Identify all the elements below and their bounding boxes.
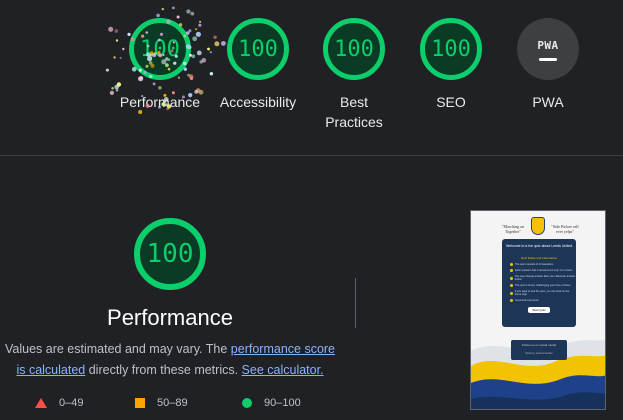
screenshot-quiz-card: Welcome to a fun quiz about Leeds United… — [502, 239, 576, 327]
gauge-performance-score: 100 — [129, 18, 191, 80]
gauge-performance[interactable]: 100 Performance — [105, 18, 215, 112]
bullet-icon — [510, 276, 513, 280]
rule-text: Good luck everyone! — [515, 299, 539, 302]
rule-text: If you want to end the quiz, you can cli… — [514, 290, 570, 296]
gauge-pwa-label: PWA — [532, 94, 564, 110]
bullet-icon — [510, 263, 513, 266]
rule-text: The quiz is timed, challenging your time… — [515, 284, 571, 287]
gauge-accessibility-score: 100 — [227, 18, 289, 80]
average-square-icon — [135, 398, 145, 408]
screenshot-wave-background — [471, 339, 605, 409]
gauge-best-practices-score: 100 — [323, 18, 385, 80]
performance-score-gauge: 100 — [134, 218, 206, 290]
screenshot-rule: The quiz consists of 10 questions — [510, 263, 576, 266]
screenshot-rule: The quiz is timed, challenging your time… — [510, 284, 576, 287]
vertical-divider — [355, 278, 356, 328]
gauge-pwa[interactable]: PWA PWA — [493, 18, 603, 112]
confetti-dot — [156, 13, 160, 18]
legend-pass: 90–100 — [242, 397, 301, 409]
bullet-icon — [510, 269, 513, 272]
pass-circle-icon — [242, 398, 252, 408]
legend-average: 50–89 — [135, 397, 188, 409]
legend-fail-range: 0–49 — [59, 397, 84, 409]
bullet-icon — [510, 284, 513, 287]
screenshot-rules-title: Quiz Rules and Information — [520, 256, 558, 260]
gauge-accessibility[interactable]: 100 Accessibility — [203, 18, 313, 112]
final-screenshot-thumbnail[interactable]: "Marching on Together" "Side Before self… — [470, 210, 606, 410]
pwa-badge-text: PWA — [537, 39, 559, 52]
rule-text: The quiz consists of 10 questions — [515, 263, 554, 266]
confetti-dot — [186, 9, 191, 14]
gauge-best-practices[interactable]: 100 Best Practices — [299, 18, 409, 132]
club-crest-icon — [531, 217, 545, 235]
confetti-dot — [172, 6, 175, 10]
performance-description: Values are estimated and may vary. The p… — [4, 339, 336, 381]
gauge-seo-score: 100 — [420, 18, 482, 80]
confetti-dot — [190, 11, 195, 16]
gauge-accessibility-label: Accessibility — [219, 94, 297, 110]
pwa-badge-icon: PWA — [517, 18, 579, 80]
screenshot-rule: Good luck everyone! — [510, 299, 576, 302]
screenshot-footer-text: Follow us on social media — [521, 343, 557, 347]
screenshot-footer-credit: Made by leedsunitedfan — [525, 352, 553, 355]
rule-text: Each question has 4 answers but only 1 i… — [515, 269, 573, 272]
gauge-seo[interactable]: 100 SEO — [396, 18, 506, 112]
performance-title: Performance — [107, 305, 233, 330]
legend-fail: 0–49 — [35, 397, 83, 409]
desc-middle: directly from these metrics. — [85, 363, 242, 377]
screenshot-quote-right: "Side Before self ever yelps" — [551, 224, 579, 234]
screenshot-footer: Follow us on social media Made by leedsu… — [511, 340, 567, 360]
section-divider — [0, 155, 623, 156]
bullet-icon — [510, 299, 513, 302]
screenshot-start-button: Start Quiz — [528, 307, 550, 313]
legend-average-range: 50–89 — [157, 397, 188, 409]
legend-pass-range: 90–100 — [264, 397, 301, 409]
gauge-seo-label: SEO — [436, 94, 466, 110]
category-gauges: 100 Performance 100 Accessibility 100 Be… — [0, 0, 623, 155]
gauge-performance-label: Performance — [119, 94, 201, 110]
confetti-dot — [161, 7, 164, 11]
fail-triangle-icon — [35, 398, 47, 408]
bullet-icon — [510, 291, 513, 295]
see-calculator-link[interactable]: See calculator. — [242, 363, 324, 377]
pwa-dash-icon — [539, 58, 557, 61]
screenshot-rule: If you want to end the quiz, you can cli… — [510, 290, 576, 296]
desc-prefix: Values are estimated and may vary. The — [4, 342, 231, 356]
screenshot-welcome: Welcome to a fun quiz about Leeds United — [506, 244, 572, 248]
screenshot-quote-left: "Marching on Together" — [501, 224, 525, 234]
screenshot-rule: You may change answer after you clicked … — [510, 275, 576, 281]
gauge-best-practices-label: Best Practices — [325, 94, 383, 130]
rule-text: You may change answer after you clicked … — [514, 275, 576, 281]
screenshot-rule: Each question has 4 answers but only 1 i… — [510, 269, 576, 272]
